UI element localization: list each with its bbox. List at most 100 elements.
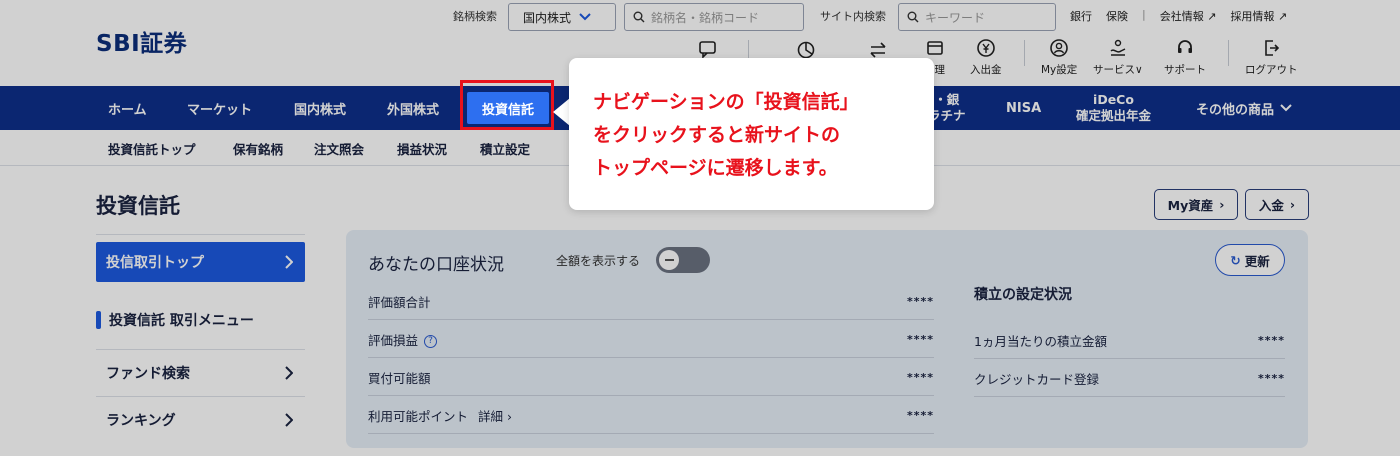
account-status-title: あなたの口座状況 xyxy=(368,255,504,275)
service-icon xyxy=(1110,39,1126,56)
show-amounts-label: 全額を表示する xyxy=(556,254,641,268)
help-icon[interactable]: ? xyxy=(424,334,438,348)
logout-button[interactable]: ログアウト xyxy=(1245,38,1298,77)
row-value: **** xyxy=(1257,333,1285,347)
nav-item-market[interactable]: マーケット xyxy=(187,86,252,130)
deposit-withdraw-label: 入出金 xyxy=(970,64,1002,76)
row-monthly-reserve: 1ヵ月当たりの積立金額 **** xyxy=(974,322,1285,359)
sidebar-item-fund-search[interactable]: ファンド検索 xyxy=(96,349,305,395)
external-link-icon: ↗ xyxy=(1207,10,1217,23)
deposit-button[interactable]: 入金 › xyxy=(1245,189,1309,220)
symbol-search-label: 銘柄検索 xyxy=(453,10,497,23)
row-label: 評価額合計 xyxy=(368,294,431,310)
row-label: 利用可能ポイント xyxy=(368,408,469,424)
site-search-placeholder: キーワード xyxy=(925,10,986,25)
sidebar-item-ranking[interactable]: ランキング xyxy=(96,396,305,442)
site-search-input[interactable]: キーワード xyxy=(898,3,1056,31)
chevron-right-icon: › xyxy=(1219,197,1225,212)
my-settings-label: My設定 xyxy=(1041,64,1078,76)
row-label-wrap: 利用可能ポイント 詳細 › xyxy=(368,406,512,425)
row-label-wrap: 評価損益? xyxy=(368,330,438,349)
sidebar-item-fund-trading-top[interactable]: 投信取引トップ xyxy=(96,242,305,282)
link-insurance[interactable]: 保険 xyxy=(1106,8,1128,24)
refresh-button[interactable]: ↻ 更新 xyxy=(1215,244,1285,276)
subnav-item-reserve-settings[interactable]: 積立設定 xyxy=(480,139,530,158)
divider xyxy=(1228,40,1229,66)
subnav-item-orders[interactable]: 注文照会 xyxy=(314,139,364,158)
subnav-item-holdings[interactable]: 保有銘柄 xyxy=(233,139,283,158)
details-link[interactable]: 詳細 › xyxy=(478,409,512,424)
subnav-item-fund-top[interactable]: 投資信託トップ xyxy=(108,139,196,158)
search-icon xyxy=(907,11,919,23)
portfolio-icon xyxy=(926,41,943,55)
nav-item-ideco-line1: iDeCo xyxy=(1093,92,1134,107)
reserve-status-title: 積立の設定状況 xyxy=(974,287,1072,303)
logout-label: ログアウト xyxy=(1245,64,1298,76)
row-label: 評価損益 xyxy=(368,332,419,348)
symbol-search-input[interactable]: 銘柄名・銘柄コード xyxy=(624,3,804,31)
chat-icon[interactable] xyxy=(698,40,718,58)
row-buying-power: 買付可能額 **** xyxy=(368,359,934,396)
support-button[interactable]: サポート xyxy=(1164,38,1206,77)
row-value: **** xyxy=(1257,371,1285,385)
callout-arrow xyxy=(553,98,570,126)
search-icon xyxy=(633,11,645,23)
sidebar-menu-heading-label: 投資信託 取引メニュー xyxy=(109,313,254,329)
yen-icon xyxy=(976,39,995,57)
chevron-down-icon xyxy=(1280,104,1292,112)
chart-pie-icon[interactable] xyxy=(796,40,816,60)
row-value: **** xyxy=(906,408,934,422)
row-total-valuation: 評価額合計 **** xyxy=(368,283,934,320)
toggle-knob xyxy=(659,250,679,270)
callout-line: トップページに遷移します。 xyxy=(593,157,838,179)
market-select[interactable]: 国内株式 xyxy=(508,3,616,31)
sidebar-item-label: 投信取引トップ xyxy=(106,255,204,271)
nav-item-other-label: その他の商品 xyxy=(1196,102,1275,118)
my-settings-button[interactable]: My設定 xyxy=(1041,38,1077,77)
row-label: 買付可能額 xyxy=(368,370,431,386)
nav-item-home[interactable]: ホーム xyxy=(108,86,147,130)
chevron-right-icon xyxy=(285,412,293,427)
transfer-icon[interactable] xyxy=(868,40,888,60)
deposit-withdraw-button[interactable]: 入出金 xyxy=(970,38,1002,77)
nav-item-other-products[interactable]: その他の商品 xyxy=(1196,86,1292,130)
sbi-logo[interactable]: SBI証券 xyxy=(96,24,187,58)
row-unrealized-pl: 評価損益? **** xyxy=(368,321,934,358)
link-company[interactable]: 会社情報 ↗ xyxy=(1160,8,1217,24)
link-bank[interactable]: 銀行 xyxy=(1070,8,1092,24)
nav-item-foreign-stocks[interactable]: 外国株式 xyxy=(387,86,439,130)
callout-line: をクリックすると新サイトの xyxy=(593,124,841,146)
utility-links: 銀行 保険 | 会社情報 ↗ 採用情報 ↗ xyxy=(1070,8,1287,24)
services-button[interactable]: サービス∨ xyxy=(1093,38,1143,77)
row-available-points: 利用可能ポイント 詳細 › **** xyxy=(368,397,934,434)
nav-item-nisa[interactable]: NISA xyxy=(1006,86,1041,130)
nav-item-domestic-stocks[interactable]: 国内株式 xyxy=(294,86,346,130)
link-careers-label: 採用情報 xyxy=(1230,10,1275,23)
deposit-label: 入金 xyxy=(1258,198,1284,213)
services-label-text: サービス xyxy=(1093,64,1135,76)
divider: | xyxy=(1142,8,1146,21)
site-search-label: サイト内検索 xyxy=(820,10,886,23)
row-label: 1ヵ月当たりの積立金額 xyxy=(974,333,1107,349)
nav-item-gold-line1: ・銀 xyxy=(934,92,960,107)
instruction-callout: ナビゲーションの「投資信託」 をクリックすると新サイトの トップページに遷移しま… xyxy=(569,58,934,210)
link-careers[interactable]: 採用情報 ↗ xyxy=(1230,8,1287,24)
my-assets-button[interactable]: My資産 › xyxy=(1154,189,1238,220)
row-value: **** xyxy=(906,370,934,384)
headset-icon xyxy=(1178,40,1192,53)
nav-item-ideco[interactable]: iDeCo 確定拠出年金 xyxy=(1076,86,1151,130)
chevron-down-icon xyxy=(579,13,591,21)
services-label: サービス∨ xyxy=(1093,64,1143,76)
subnav-item-profit-loss[interactable]: 損益状況 xyxy=(397,139,447,158)
refresh-icon: ↻ xyxy=(1230,252,1241,268)
my-assets-label: My資産 xyxy=(1167,198,1214,213)
logout-icon xyxy=(1265,40,1280,56)
chevron-right-icon xyxy=(285,255,293,269)
sidebar-item-label: ファンド検索 xyxy=(106,365,190,382)
highlight-frame xyxy=(460,80,554,130)
show-amounts-toggle[interactable] xyxy=(656,247,710,273)
row-label: クレジットカード登録 xyxy=(974,371,1100,387)
market-select-value: 国内株式 xyxy=(523,10,572,25)
details-link-label: 詳細 xyxy=(478,408,504,424)
nav-item-ideco-line2: 確定拠出年金 xyxy=(1076,108,1152,123)
